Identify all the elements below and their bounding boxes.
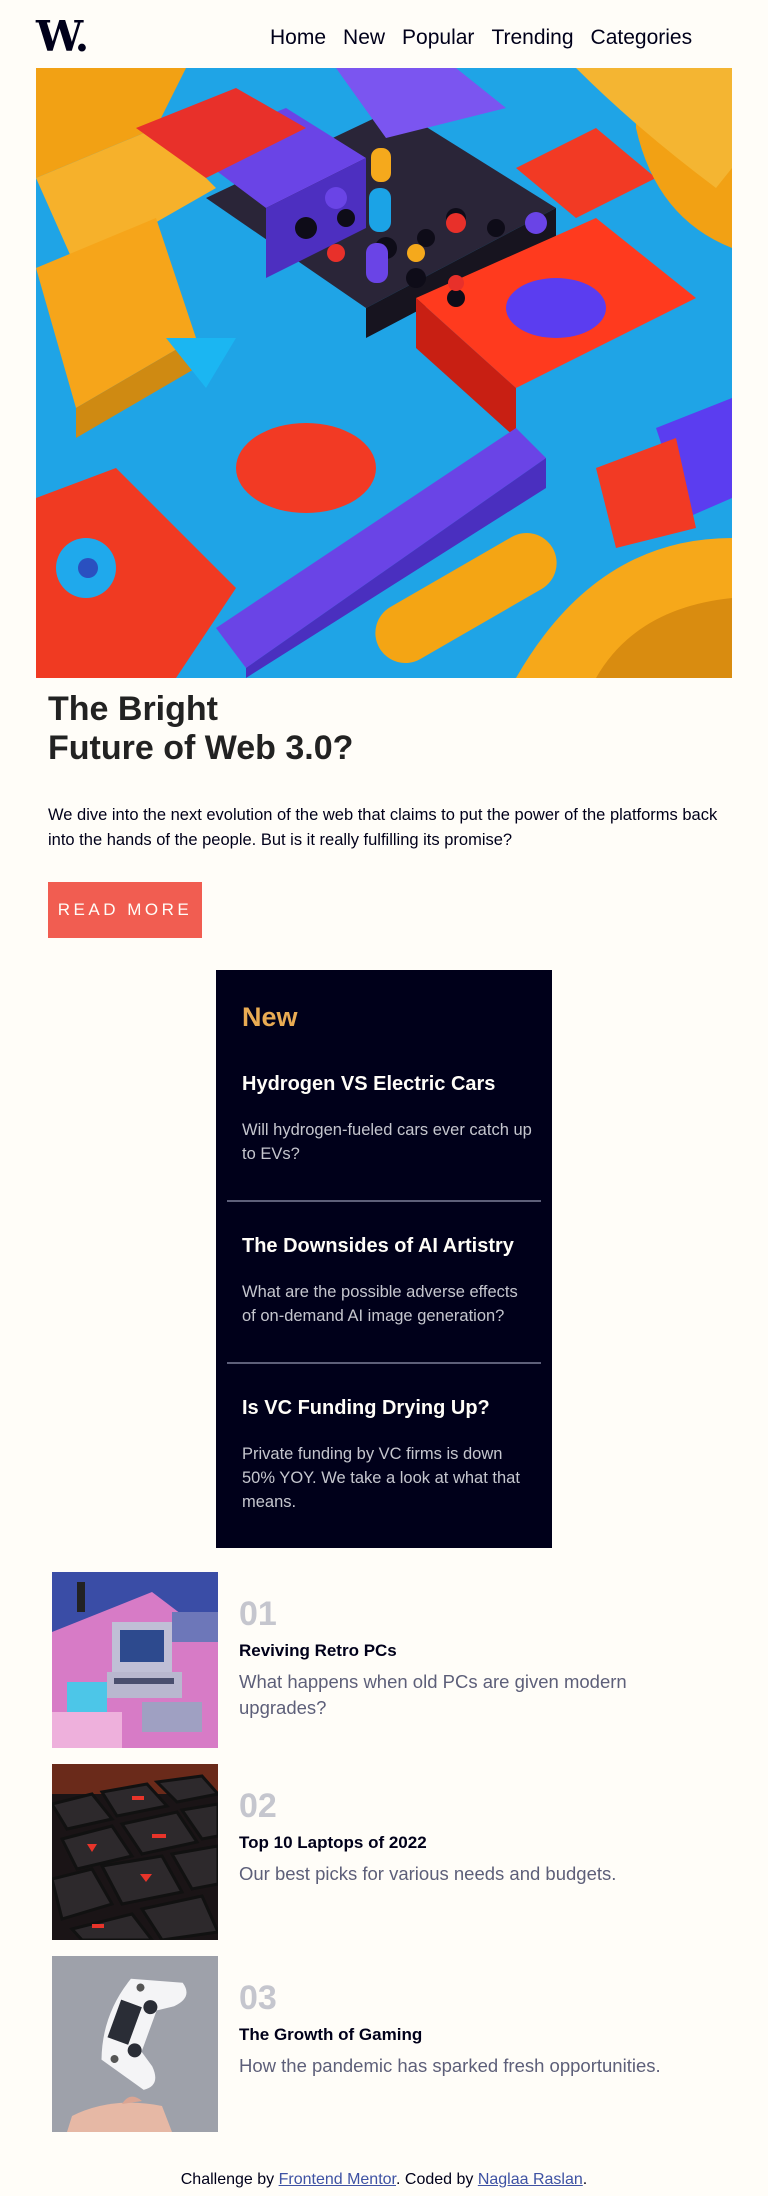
hero-title-line1: The Bright <box>48 690 218 728</box>
new-divider <box>227 1362 541 1364</box>
site-logo[interactable]: W. <box>36 16 89 58</box>
trending-desc: Our best picks for various needs and bud… <box>239 1863 617 1884</box>
nav-home[interactable]: Home <box>270 26 326 50</box>
laptop-keyboard-image <box>52 1764 218 1940</box>
trending-desc: What happens when old PCs are given mode… <box>239 1671 627 1718</box>
retro-pc-image <box>52 1572 218 1748</box>
new-article-item[interactable]: Hydrogen VS Electric Cars Will hydrogen-… <box>242 1072 534 1166</box>
new-heading: New <box>242 1002 298 1032</box>
footer-suffix: . <box>582 2171 588 2188</box>
new-article-desc: Will hydrogen-fueled cars ever catch up … <box>242 1121 532 1163</box>
trending-desc: How the pandemic has sparked fresh oppor… <box>239 2055 661 2076</box>
site-footer: Challenge by Frontend Mentor. Coded by N… <box>0 2171 768 2189</box>
gaming-controller-image <box>52 1956 218 2132</box>
hero-title-line2: Future of Web 3.0? <box>48 729 354 767</box>
new-divider <box>227 1200 541 1202</box>
trending-item: 03 The Growth of Gaming How the pandemic… <box>52 1956 712 2132</box>
trending-title[interactable]: Top 10 Laptops of 2022 <box>239 1832 427 1854</box>
new-article-item[interactable]: Is VC Funding Drying Up? Private funding… <box>242 1396 534 1514</box>
read-more-button[interactable]: READ MORE <box>48 882 202 938</box>
hero-description: We dive into the next evolution of the w… <box>48 806 718 849</box>
nav-trending[interactable]: Trending <box>491 26 573 50</box>
footer-link-author[interactable]: Naglaa Raslan <box>478 2171 583 2188</box>
new-articles-panel: New Hydrogen VS Electric Cars Will hydro… <box>216 970 552 1548</box>
nav-categories[interactable]: Categories <box>591 26 693 50</box>
trending-title[interactable]: Reviving Retro PCs <box>239 1640 397 1662</box>
site-header: W. Home New Popular Trending Categories <box>36 14 732 62</box>
trending-number: 02 <box>239 1787 277 1825</box>
trending-item: 02 Top 10 Laptops of 2022 Our best picks… <box>52 1764 712 1940</box>
nav-popular[interactable]: Popular <box>402 26 474 50</box>
new-article-title[interactable]: Hydrogen VS Electric Cars <box>242 1072 534 1096</box>
footer-prefix: Challenge by <box>180 2171 279 2188</box>
new-article-title[interactable]: The Downsides of AI Artistry <box>242 1234 534 1258</box>
new-article-item[interactable]: The Downsides of AI Artistry What are th… <box>242 1234 534 1328</box>
hero-title: The Bright Future of Web 3.0? <box>48 690 468 768</box>
footer-link-frontend-mentor[interactable]: Frontend Mentor <box>279 2171 396 2188</box>
hero-image <box>36 68 732 678</box>
new-article-desc: Private funding by VC firms is down 50% … <box>242 1445 520 1511</box>
new-article-title[interactable]: Is VC Funding Drying Up? <box>242 1396 534 1420</box>
new-article-desc: What are the possible adverse effects of… <box>242 1283 518 1325</box>
trending-number: 01 <box>239 1595 277 1633</box>
main-nav: Home New Popular Trending Categories <box>270 26 692 50</box>
nav-new[interactable]: New <box>343 26 385 50</box>
trending-number: 03 <box>239 1979 277 2017</box>
trending-title[interactable]: The Growth of Gaming <box>239 2024 422 2046</box>
footer-middle: . Coded by <box>396 2171 478 2188</box>
trending-item: 01 Reviving Retro PCs What happens when … <box>52 1572 712 1748</box>
